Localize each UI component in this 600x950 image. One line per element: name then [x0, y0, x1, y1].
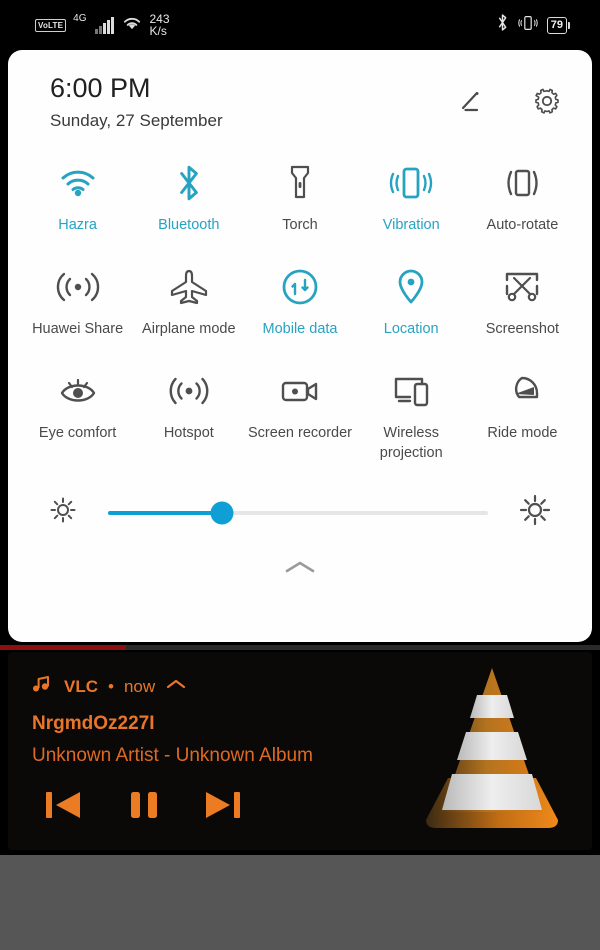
- qs-tile-eye-comfort[interactable]: Eye comfort: [22, 363, 133, 463]
- quick-settings-row-3: Eye comfort Hotspot Screen recorder Wire…: [22, 363, 578, 463]
- wireless-projection-icon: [390, 369, 432, 413]
- gear-icon[interactable]: [532, 86, 562, 116]
- network-type-label: 4G: [73, 13, 87, 24]
- qs-tile-ride-mode[interactable]: Ride mode: [467, 363, 578, 463]
- qs-tile-huawei-share[interactable]: Huawei Share: [22, 259, 133, 339]
- qs-tile-label: Huawei Share: [32, 321, 124, 337]
- qs-tile-label: Hotspot: [163, 425, 214, 441]
- qs-tile-screenshot[interactable]: Screenshot: [467, 259, 578, 339]
- pencil-edit-icon[interactable]: [456, 86, 486, 116]
- brightness-slider-fill: [108, 510, 222, 515]
- qs-tile-airplane-mode[interactable]: Airplane mode: [133, 259, 244, 339]
- media-timestamp: now: [123, 676, 156, 696]
- qs-tile-hotspot[interactable]: Hotspot: [133, 363, 244, 463]
- hotspot-icon: [168, 369, 210, 413]
- bluetooth-icon: [496, 13, 509, 37]
- vlc-cone-icon: [426, 668, 558, 828]
- volte-badge: VoLTE: [35, 18, 67, 32]
- skip-previous-icon[interactable]: [42, 785, 88, 830]
- brightness-high-icon[interactable]: [518, 493, 552, 532]
- eye-comfort-icon: [56, 369, 100, 413]
- brightness-slider[interactable]: [108, 501, 488, 524]
- battery-cap: [568, 21, 570, 29]
- qs-tile-label: Torch: [282, 217, 318, 233]
- quick-settings-panel: 6:00 PM Sunday, 27 September Hazra Bluet…: [8, 50, 592, 642]
- clock-block: 6:00 PM Sunday, 27 September: [50, 72, 223, 131]
- media-notification[interactable]: VLC • now NrgmdOz227I Unknown Artist - U…: [8, 652, 592, 850]
- qs-tile-bluetooth[interactable]: Bluetooth: [133, 155, 244, 235]
- ride-mode-icon: [501, 369, 543, 413]
- network-speed: 243 K/s: [150, 13, 170, 37]
- signal-bars-icon: [94, 16, 114, 34]
- qs-tile-label: Airplane mode: [142, 321, 236, 337]
- bluetooth-icon: [175, 161, 203, 205]
- status-bar-left: VoLTE 4G 243 K/s: [35, 13, 170, 37]
- brightness-row: [8, 463, 592, 532]
- screenshot-icon: [501, 265, 543, 309]
- qs-tile-auto-rotate[interactable]: Auto-rotate: [467, 155, 578, 235]
- qs-tile-label: Mobile data: [262, 321, 338, 337]
- battery-icon: 79: [546, 16, 570, 34]
- youtube-channel-bar: THE BEATLES The Beatles 47.9 lakh subscr…: [0, 855, 600, 950]
- wifi-icon: [57, 161, 99, 205]
- vibration-icon: [388, 161, 434, 205]
- qs-tile-wifi[interactable]: Hazra: [22, 155, 133, 235]
- location-pin-icon: [394, 265, 428, 309]
- chevron-up-icon[interactable]: [8, 558, 592, 576]
- media-app-name: VLC: [64, 676, 98, 696]
- quick-settings-grid: Hazra Bluetooth Torch Vibration Auto-rot…: [8, 131, 592, 463]
- vibrate-icon: [518, 14, 538, 37]
- media-separator: •: [108, 676, 114, 696]
- battery-percent: 79: [546, 16, 567, 34]
- brightness-slider-thumb[interactable]: [210, 501, 234, 524]
- huawei-share-icon: [56, 265, 100, 309]
- quick-settings-header: 6:00 PM Sunday, 27 September: [8, 50, 592, 131]
- phone-screen: VoLTE 4G 243 K/s 79 6:00 PM Sunday, 27 S…: [0, 0, 600, 950]
- qs-tile-label: Location: [383, 321, 439, 337]
- qs-tile-torch[interactable]: Torch: [244, 155, 355, 235]
- mobile-data-icon: [279, 265, 321, 309]
- pause-icon[interactable]: [124, 785, 164, 830]
- status-bar-right: 79: [496, 13, 570, 37]
- screen-recorder-icon: [278, 369, 322, 413]
- auto-rotate-icon: [500, 161, 544, 205]
- qs-tile-screen-recorder[interactable]: Screen recorder: [244, 363, 355, 463]
- quick-settings-row-2: Huawei Share Airplane mode Mobile data L…: [22, 259, 578, 339]
- vlc-music-note-icon: [32, 674, 54, 699]
- video-progress-bar[interactable]: [0, 645, 600, 650]
- skip-next-icon[interactable]: [200, 785, 246, 830]
- qs-tile-vibration[interactable]: Vibration: [356, 155, 467, 235]
- qs-tile-wireless-projection[interactable]: Wireless projection: [356, 363, 467, 463]
- qs-tile-label: Screenshot: [485, 321, 560, 337]
- clock-time: 6:00 PM: [50, 73, 151, 103]
- airplane-icon: [168, 265, 210, 309]
- qs-tile-label: Wireless projection: [379, 425, 443, 461]
- qs-tile-mobile-data[interactable]: Mobile data: [244, 259, 355, 339]
- qs-tile-label: Auto-rotate: [486, 217, 559, 233]
- clock-date: Sunday, 27 September: [50, 111, 223, 130]
- brightness-low-icon[interactable]: [48, 495, 78, 530]
- qs-tile-label: Eye comfort: [38, 425, 117, 441]
- qs-tile-label: Screen recorder: [248, 425, 352, 441]
- qs-tile-label: Hazra: [58, 217, 97, 233]
- header-actions: [456, 72, 562, 116]
- qs-tile-label: Bluetooth: [158, 217, 220, 233]
- flashlight-icon: [287, 161, 313, 205]
- wifi-icon: [121, 14, 143, 36]
- video-progress-fill: [0, 645, 126, 650]
- status-bar: VoLTE 4G 243 K/s 79: [0, 0, 600, 50]
- qs-tile-label: Ride mode: [487, 425, 558, 441]
- network-speed-unit: K/s: [149, 24, 167, 38]
- qs-tile-label: Vibration: [382, 217, 440, 233]
- qs-tile-location[interactable]: Location: [356, 259, 467, 339]
- chevron-up-icon[interactable]: [165, 677, 187, 696]
- quick-settings-row-1: Hazra Bluetooth Torch Vibration Auto-rot…: [22, 155, 578, 235]
